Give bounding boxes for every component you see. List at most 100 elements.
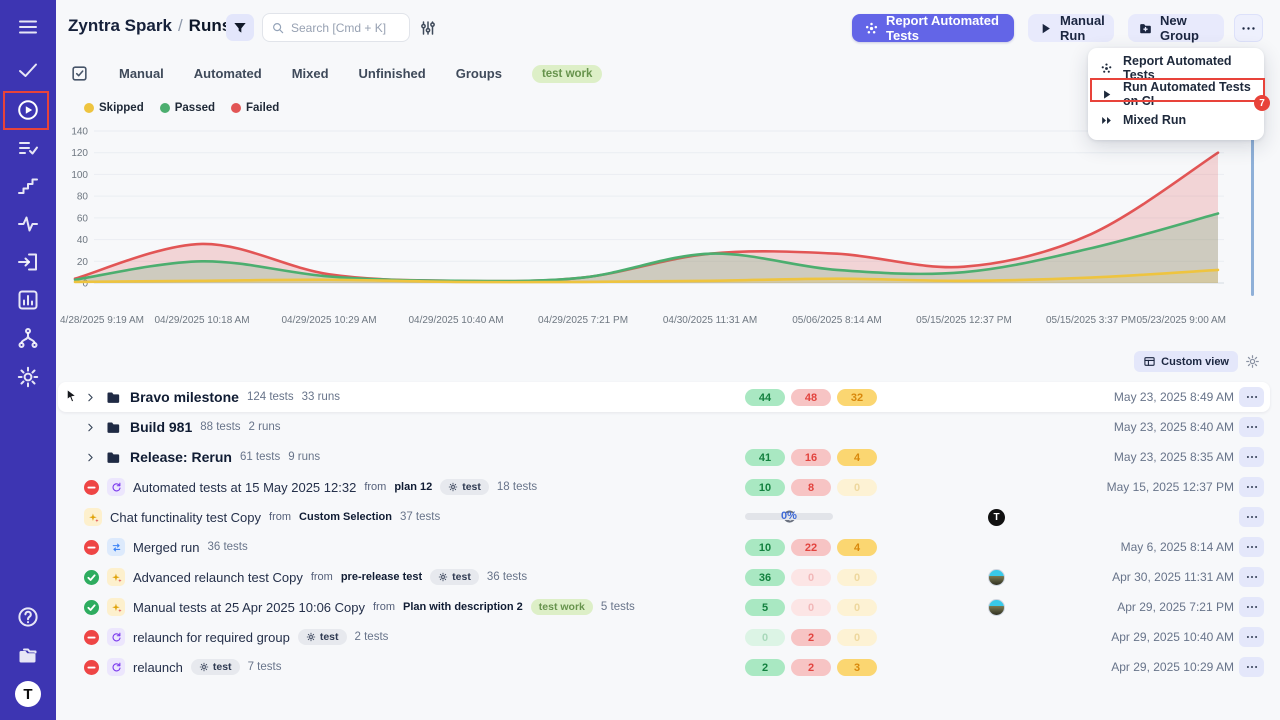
run-row[interactable]: relaunch for required grouptest2 tests02… bbox=[58, 622, 1270, 652]
sidebar-pulse-icon[interactable] bbox=[16, 212, 40, 236]
svg-text:60: 60 bbox=[77, 213, 89, 224]
stat-skipped-badge: 0 bbox=[837, 569, 877, 586]
manual-run-button[interactable]: Manual Run bbox=[1028, 14, 1114, 42]
tab-mixed[interactable]: Mixed bbox=[292, 66, 329, 81]
group-row[interactable]: Bravo milestone124 tests33 runs444832May… bbox=[58, 382, 1270, 412]
sidebar-menu-icon[interactable] bbox=[16, 15, 40, 39]
filter-tag-pill[interactable]: test work bbox=[532, 65, 603, 83]
run-tag-pill[interactable]: test bbox=[191, 659, 240, 675]
sidebar-steps-icon[interactable] bbox=[16, 174, 40, 198]
svg-text:04/29/2025 7:21 PM: 04/29/2025 7:21 PM bbox=[538, 315, 628, 326]
menu-item-report-automated-tests[interactable]: Report Automated Tests bbox=[1088, 55, 1264, 81]
row-more-button[interactable] bbox=[1239, 417, 1264, 437]
table-view-icon bbox=[1143, 355, 1156, 368]
status-passed-icon bbox=[84, 570, 99, 585]
menu-item-run-automated-tests-on-ci[interactable]: Run Automated Tests on CI bbox=[1088, 81, 1264, 107]
run-stats: 444832 bbox=[745, 389, 877, 406]
run-row[interactable]: Automated tests at 15 May 2025 12:32from… bbox=[58, 472, 1270, 502]
run-name: relaunch bbox=[133, 660, 183, 675]
run-row[interactable]: Chat functinality test CopyfromCustom Se… bbox=[58, 502, 1270, 532]
view-settings-button[interactable] bbox=[1245, 354, 1260, 369]
group-row[interactable]: Build 98188 tests2 runsMay 23, 2025 8:40… bbox=[58, 412, 1270, 442]
tag-gear-icon bbox=[199, 662, 209, 672]
row-main: Automated tests at 15 May 2025 12:32from… bbox=[58, 478, 537, 496]
sidebar-import-icon[interactable] bbox=[16, 250, 40, 274]
run-stats: 3600 bbox=[745, 569, 877, 586]
run-tag-pill[interactable]: test work bbox=[531, 599, 593, 615]
actions-dropdown-menu: Report Automated TestsRun Automated Test… bbox=[1088, 48, 1264, 140]
new-group-button[interactable]: New Group bbox=[1128, 14, 1224, 42]
tab-groups[interactable]: Groups bbox=[456, 66, 502, 81]
run-type-sparkle-icon bbox=[107, 568, 125, 586]
menu-item-mixed-run[interactable]: Mixed Run bbox=[1088, 107, 1264, 133]
tag-gear-icon bbox=[306, 632, 316, 642]
group-name: Bravo milestone bbox=[130, 389, 239, 405]
sidebar-folders-icon[interactable] bbox=[16, 643, 40, 667]
breadcrumb-project[interactable]: Zyntra Spark bbox=[68, 16, 172, 35]
sidebar-play-circle-icon[interactable] bbox=[16, 98, 40, 122]
run-type-merged-icon bbox=[107, 538, 125, 556]
run-stats: 41164 bbox=[745, 449, 877, 466]
chevron-right-icon[interactable] bbox=[84, 421, 97, 434]
svg-text:80: 80 bbox=[77, 192, 89, 203]
run-tests-count: 18 tests bbox=[497, 481, 537, 493]
row-more-button[interactable] bbox=[1239, 507, 1264, 527]
report-button-label: Report Automated Tests bbox=[886, 13, 1002, 43]
run-tag-pill[interactable]: test bbox=[430, 569, 479, 585]
legend-passed[interactable]: Passed bbox=[160, 102, 215, 114]
gear-icon bbox=[1245, 354, 1260, 369]
row-main: Chat functinality test CopyfromCustom Se… bbox=[58, 508, 440, 526]
chevron-right-icon[interactable] bbox=[84, 451, 97, 464]
app-logo[interactable]: T bbox=[15, 681, 41, 707]
filter-settings-button[interactable] bbox=[417, 17, 439, 39]
search-input[interactable] bbox=[291, 21, 401, 35]
row-more-button[interactable] bbox=[1239, 387, 1264, 407]
sidebar-branch-icon[interactable] bbox=[16, 326, 40, 350]
stat-passed-badge: 10 bbox=[745, 539, 785, 556]
legend-failed[interactable]: Failed bbox=[231, 102, 279, 114]
run-row[interactable]: relaunchtest7 tests223Apr 29, 2025 10:29… bbox=[58, 652, 1270, 682]
checklist-icon[interactable] bbox=[70, 64, 89, 83]
row-more-button[interactable] bbox=[1239, 447, 1264, 467]
sidebar-help-icon[interactable] bbox=[16, 605, 40, 629]
sidebar-bar-chart-icon[interactable] bbox=[16, 288, 40, 312]
row-more-button[interactable] bbox=[1239, 657, 1264, 677]
chart-scrollbar[interactable] bbox=[1251, 134, 1254, 296]
run-row[interactable]: Manual tests at 25 Apr 2025 10:06 Copyfr… bbox=[58, 592, 1270, 622]
row-more-button[interactable] bbox=[1239, 597, 1264, 617]
report-automated-tests-button[interactable]: Report Automated Tests bbox=[852, 14, 1014, 42]
sidebar-check-icon[interactable] bbox=[16, 58, 40, 82]
run-tag-pill[interactable]: test bbox=[298, 629, 347, 645]
sidebar-list-check-icon[interactable] bbox=[16, 136, 40, 160]
run-type-auto-icon bbox=[107, 658, 125, 676]
assignee-avatar bbox=[988, 599, 1005, 616]
row-more-button[interactable] bbox=[1239, 477, 1264, 497]
row-main: Manual tests at 25 Apr 2025 10:06 Copyfr… bbox=[58, 598, 635, 616]
run-date: Apr 30, 2025 11:31 AM bbox=[1112, 570, 1234, 584]
group-row[interactable]: Release: Rerun61 tests9 runs41164May 23,… bbox=[58, 442, 1270, 472]
run-tag-pill[interactable]: test bbox=[440, 479, 489, 495]
progress-value: 0% bbox=[745, 510, 833, 522]
row-more-button[interactable] bbox=[1239, 537, 1264, 557]
more-actions-button[interactable] bbox=[1234, 14, 1263, 42]
stat-skipped-badge: 32 bbox=[837, 389, 877, 406]
tab-unfinished[interactable]: Unfinished bbox=[359, 66, 426, 81]
status-failed-icon bbox=[84, 660, 99, 675]
custom-view-button[interactable]: Custom view bbox=[1134, 351, 1238, 372]
tag-label: test bbox=[462, 481, 481, 493]
run-type-auto-icon bbox=[107, 628, 125, 646]
run-row[interactable]: Advanced relaunch test Copyfrompre-relea… bbox=[58, 562, 1270, 592]
run-date: Apr 29, 2025 10:40 AM bbox=[1111, 630, 1234, 644]
legend-skipped[interactable]: Skipped bbox=[84, 102, 144, 114]
breadcrumb: Zyntra Spark/Runs bbox=[68, 16, 231, 36]
row-more-button[interactable] bbox=[1239, 567, 1264, 587]
tab-manual[interactable]: Manual bbox=[119, 66, 164, 81]
row-more-button[interactable] bbox=[1239, 627, 1264, 647]
svg-text:04/29/2025 10:18 AM: 04/29/2025 10:18 AM bbox=[154, 315, 249, 326]
chevron-right-icon[interactable] bbox=[84, 391, 97, 404]
sidebar-gear-icon[interactable] bbox=[16, 365, 40, 389]
run-date: Apr 29, 2025 10:29 AM bbox=[1111, 660, 1234, 674]
tab-automated[interactable]: Automated bbox=[194, 66, 262, 81]
run-row[interactable]: Merged run36 tests10224May 6, 2025 8:14 … bbox=[58, 532, 1270, 562]
filter-button[interactable] bbox=[226, 14, 254, 41]
